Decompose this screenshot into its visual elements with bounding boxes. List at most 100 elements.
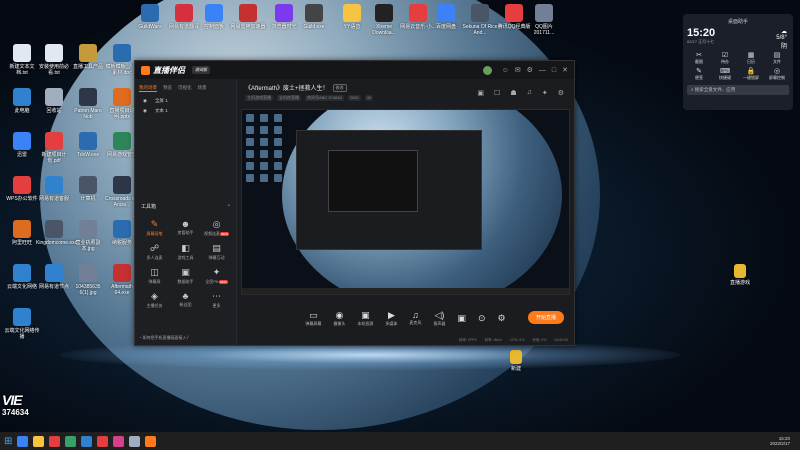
tool-item[interactable]: ◈ 主播任务 [139,291,170,309]
scene-item[interactable]: ◉ 文本 1 [135,106,236,116]
room-toolbar-icon[interactable]: ☐ [494,89,500,97]
desktop-icon[interactable]: 营业执照副本.jpg [70,220,106,252]
desktop-icon[interactable]: 网易雷神加速器 [230,4,266,30]
close-icon[interactable]: ✕ [562,66,568,74]
tool-item[interactable]: ✦ 全民PKNEW [201,267,232,285]
tool-item[interactable]: ◎ 视频连麦NEW [201,219,232,237]
room-toolbar-icon[interactable]: ▣ [477,89,484,97]
desktop-icon[interactable]: 云端文化网络 [4,264,40,290]
maximize-icon[interactable]: □ [552,67,556,74]
side-control-icon[interactable]: ▣ [457,313,466,324]
tool-item[interactable]: ▣ 数据助手 [170,267,201,285]
room-toolbar-icon[interactable]: ♫ [527,89,532,97]
desktop-icon[interactable]: 此电脑 [4,88,40,114]
settings-icon[interactable]: ⚙ [527,66,533,74]
side-control-icon[interactable]: ⚙ [497,313,505,324]
widget-shortcut[interactable]: ▤ 文件 [765,51,789,65]
source-control[interactable]: ▣ 本机投屏 [357,310,373,327]
message-icon[interactable]: ✉ [515,66,521,74]
widget-search-input[interactable]: ⌕ 搜索全盘文件、应用 [687,85,789,95]
tool-item[interactable]: ☍ 多人连麦 [139,243,170,261]
taskbar-app-icon[interactable] [49,435,61,447]
desktop-icon[interactable]: 网易有道节点 [36,264,72,290]
desktop-icon-image [13,88,31,106]
tab-0[interactable]: 我的场景 [139,85,157,92]
taskbar-app-icon[interactable] [81,435,93,447]
tab-3[interactable]: 场景 [198,85,207,92]
desktop-icon[interactable]: 新建项目计划.pdf [36,132,72,164]
widget-shortcut[interactable]: ☑ 待办 [713,51,737,65]
desktop-folder[interactable]: 新建 [498,350,534,372]
room-toolbar-icon[interactable]: ⚙ [558,89,564,97]
desktop-icon[interactable]: 新建文本文档.txt [4,44,40,76]
toolbox-settings-icon[interactable]: ◔ [227,203,230,210]
desktop-icon[interactable]: 回收站 [36,88,72,114]
tool-item[interactable]: ⋯ 更多 [201,291,232,309]
tool-item[interactable]: ◧ 游戏工具 [170,243,201,261]
desktop-icon[interactable]: 云端文化网络传播 [4,308,40,340]
desktop-icon[interactable]: Sekuna Of Rice And... [462,4,498,36]
source-control[interactable]: ♫ 麦克风 [409,310,421,326]
source-control[interactable]: ◉ 摄像头 [333,310,345,327]
side-control-icon[interactable]: ⊙ [478,313,486,324]
room-toolbar-icon[interactable]: ✦ [542,89,548,97]
tool-item[interactable]: ◫ 弹幕屏 [139,267,170,285]
desktop-icon[interactable]: Xtreme Downloa... [366,4,402,36]
desktop-icon-label: 104385635 6(1).jpg [75,284,101,296]
stream-preview[interactable] [241,109,570,295]
taskbar-app-icon[interactable] [113,435,125,447]
minimize-icon[interactable]: — [539,67,546,74]
taskbar-app-icon[interactable] [145,435,157,447]
room-toolbar-icon[interactable]: ☗ [510,89,516,97]
start-live-button[interactable]: 开始直播 [527,311,564,324]
desktop-icon[interactable]: Kingdomcome.exe [36,220,77,246]
tool-item[interactable]: ☻ 房管助手 [170,219,201,237]
tool-item[interactable]: ▤ 弹幕互动 [201,243,232,261]
tab-2[interactable]: 可视化 [178,85,192,92]
desktop-icon[interactable]: TdxW.exe [70,132,106,158]
tab-1[interactable]: 预览 [163,85,172,92]
widget-shortcut[interactable]: ⌨ 快捷键 [713,67,737,81]
taskbar-clock[interactable]: 15:20 2022/2/17 [770,436,790,446]
desktop-icon[interactable]: Patron Mare Nob [70,88,106,120]
desktop-icon[interactable]: 迅雷 [4,132,40,158]
tool-item[interactable]: ✎ 屏幕画笔 [139,219,170,237]
taskbar-app-icon[interactable] [33,435,45,447]
desktop-icon[interactable]: 计算机 [70,176,106,202]
desktop-icon[interactable]: 百度网盘 [428,4,464,30]
desktop-icon[interactable]: GuildWars [132,4,168,30]
eye-icon[interactable]: ◉ [143,108,147,114]
widget-shortcut[interactable]: ✎ 便签 [687,67,711,81]
widget-shortcuts: ✂ 截图 ☑ 待办 ▦ 日历 ▤ 文件 ✎ 便签 ⌨ 快捷键 🔒 一键锁屏 ◎ 屏幕控制 [687,51,789,81]
widget-shortcut[interactable]: ◎ 屏幕控制 [765,67,789,81]
source-control[interactable]: ▶ 多媒体 [385,310,397,327]
room-edit-button[interactable]: 修改 [332,83,347,92]
desktop-icon[interactable]: 104385635 6(1).jpg [70,264,106,296]
source-control[interactable]: ◁) 扬声器 [433,310,445,327]
desktop-folder[interactable]: 直播游戏 [722,264,758,286]
desktop-icon[interactable]: 安装使用前必看.txt [36,44,72,76]
widget-shortcut[interactable]: 🔒 一键锁屏 [739,67,763,81]
start-button[interactable]: ⊞ [4,436,12,447]
tool-item[interactable]: ♣ 粉丝团 [170,291,201,309]
desktop-icon[interactable]: WPS办公软件 [4,176,40,202]
eye-icon[interactable]: ◉ [143,98,147,104]
desktop-icon[interactable]: 直播工具产品 [70,44,106,70]
widget-shortcut[interactable]: ✂ 截图 [687,51,711,65]
desktop-icon[interactable]: Guild.exe [296,4,332,30]
desktop-icon[interactable]: 阿里旺旺 [4,220,40,246]
widget-shortcut[interactable]: ▦ 日历 [739,51,763,65]
taskbar-app-icon[interactable] [17,435,29,447]
desktop-icon[interactable]: 网易有道客服 [36,176,72,202]
taskbar-app-icon[interactable] [97,435,109,447]
phone-stream-help-link[interactable]: ◔ 如何把手机直播画面接入？ [139,335,191,341]
emoji-icon[interactable]: ☺ [502,67,509,74]
taskbar-app-icon[interactable] [65,435,77,447]
desktop-icon[interactable]: 控制面板 [196,4,232,30]
desktop-icon[interactable]: YY语音 [334,4,370,30]
desktop-icon[interactable]: QQ图片201711... [526,4,562,36]
source-control[interactable]: ▭ 弹幕屏幕 [305,310,321,327]
avatar[interactable] [482,65,492,75]
taskbar-app-icon[interactable] [129,435,141,447]
scene-item[interactable]: ◉ 全屏 1 [135,96,236,106]
